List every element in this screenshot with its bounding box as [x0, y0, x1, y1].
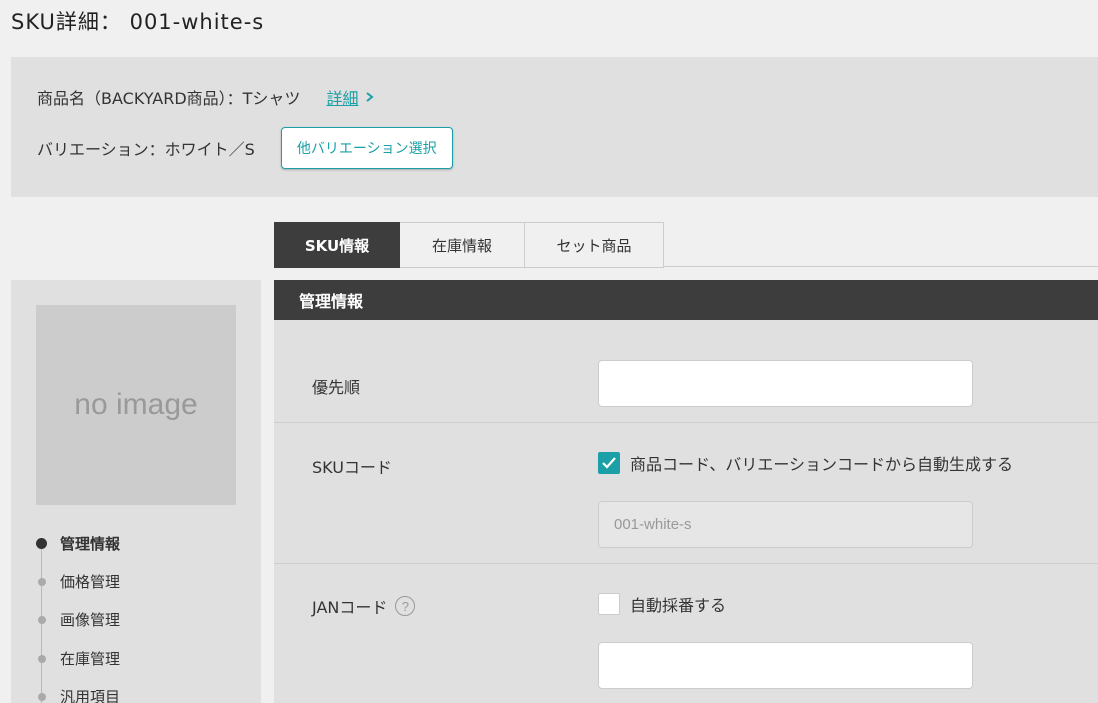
sidebar-dot-active — [36, 538, 47, 549]
sidebar-item-management[interactable]: 管理情報 — [60, 533, 120, 554]
row-divider — [274, 563, 1098, 564]
product-name-label: 商品名（BACKYARD商品）：Tシャツ — [37, 89, 301, 108]
jan-auto-number-label: 自動採番する — [630, 596, 727, 615]
product-name-row: 商品名（BACKYARD商品）：Tシャツ 詳細 — [37, 85, 376, 109]
help-icon[interactable]: ? — [395, 596, 416, 616]
page-title: SKU詳細： 001-white-s — [11, 10, 265, 34]
variation-row: バリエーション：ホワイト／S 他バリエーション選択 — [37, 127, 453, 169]
priority-label: 優先順 — [312, 378, 361, 397]
row-divider — [274, 422, 1098, 423]
sidebar-item-price[interactable]: 価格管理 — [60, 571, 120, 592]
sidebar-dot — [38, 655, 46, 663]
variation-label: バリエーション：ホワイト／S — [37, 140, 255, 159]
sidebar-item-stock[interactable]: 在庫管理 — [60, 648, 120, 669]
section-header: 管理情報 — [274, 280, 1098, 320]
sku-auto-generate-label: 商品コード、バリエーションコードから自動生成する — [630, 455, 1014, 474]
tab-set-products[interactable]: セット商品 — [525, 222, 664, 268]
tab-stock-info[interactable]: 在庫情報 — [400, 222, 525, 268]
jan-auto-number-checkbox[interactable] — [598, 593, 620, 615]
product-image-placeholder: no image — [36, 305, 236, 505]
detail-link[interactable]: 詳細 — [326, 85, 358, 109]
sku-code-label: SKUコード — [312, 458, 392, 477]
tab-divider — [664, 266, 1098, 267]
sidebar-dot — [38, 578, 46, 586]
tab-sku-info[interactable]: SKU情報 — [274, 222, 400, 268]
other-variation-button[interactable]: 他バリエーション選択 — [280, 127, 453, 169]
sku-code-input — [598, 501, 973, 548]
sku-auto-generate-row: 商品コード、バリエーションコードから自動生成する — [598, 451, 1013, 475]
priority-input[interactable] — [598, 360, 973, 407]
jan-code-label: JANコード — [312, 598, 388, 617]
jan-code-input[interactable] — [598, 642, 973, 689]
sidebar-item-general[interactable]: 汎用項目 — [60, 686, 120, 703]
tab-bar: SKU情報 在庫情報 セット商品 — [274, 222, 664, 268]
sidebar: no image 管理情報 価格管理 画像管理 在庫管理 汎用項目 — [11, 280, 261, 703]
sidebar-item-image[interactable]: 画像管理 — [60, 609, 120, 630]
jan-auto-number-row: 自動採番する — [598, 592, 726, 616]
chevron-right-icon[interactable] — [364, 90, 376, 104]
check-icon — [602, 457, 616, 469]
product-info-box: 商品名（BACKYARD商品）：Tシャツ 詳細 バリエーション：ホワイト／S 他… — [11, 57, 1098, 197]
sidebar-dot — [38, 616, 46, 624]
main-content: 管理情報 優先順 SKUコード 商品コード、バリエーションコードから自動生成する… — [274, 280, 1098, 703]
sidebar-dot — [38, 693, 46, 701]
sku-auto-generate-checkbox[interactable] — [598, 452, 620, 474]
jan-code-label-row: JANコード ? — [312, 594, 416, 618]
